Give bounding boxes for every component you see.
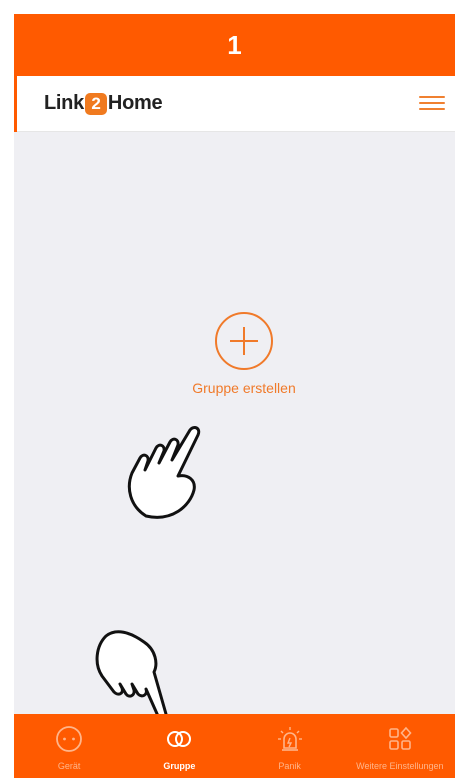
tab-label: Panik [278, 761, 301, 771]
bottom-tab-bar: Gerät Gruppe Panik Weitere Einstellungen [14, 714, 455, 778]
plus-circle-icon [215, 312, 273, 370]
app-frame: 1 Link 2 Home Gruppe erstellen Gerät Gru… [0, 0, 455, 778]
tab-weitere-einstellungen[interactable]: Weitere Einstellungen [345, 714, 455, 778]
logo-text-prefix: Link [44, 92, 84, 114]
hamburger-menu-icon[interactable] [419, 92, 445, 114]
tab-label: Gerät [57, 761, 81, 771]
create-group-button[interactable]: Gruppe erstellen [164, 310, 324, 396]
tab-panik[interactable]: Panik [235, 714, 345, 778]
alarm-siren-icon [277, 727, 302, 751]
socket-icon [56, 726, 83, 752]
tab-label: Gruppe [163, 761, 196, 771]
main-content: Gruppe erstellen [14, 132, 455, 714]
linked-rings-icon [167, 731, 192, 747]
step-number: 1 [227, 29, 242, 60]
pointing-hand-icon [127, 426, 201, 519]
step-number-banner: 1 [14, 14, 455, 76]
tab-geraet[interactable]: Gerät [14, 714, 124, 778]
logo-text-suffix: Home [107, 92, 163, 114]
app-header: Link 2 Home [14, 76, 455, 132]
grid-settings-icon [389, 726, 412, 750]
app-logo: Link 2 Home [44, 92, 163, 115]
tab-gruppe[interactable]: Gruppe [124, 714, 234, 778]
logo-badge: 2 [84, 92, 107, 115]
create-group-label: Gruppe erstellen [192, 380, 296, 396]
pointing-hand-icon [95, 630, 168, 720]
tab-label: Weitere Einstellungen [356, 761, 444, 771]
